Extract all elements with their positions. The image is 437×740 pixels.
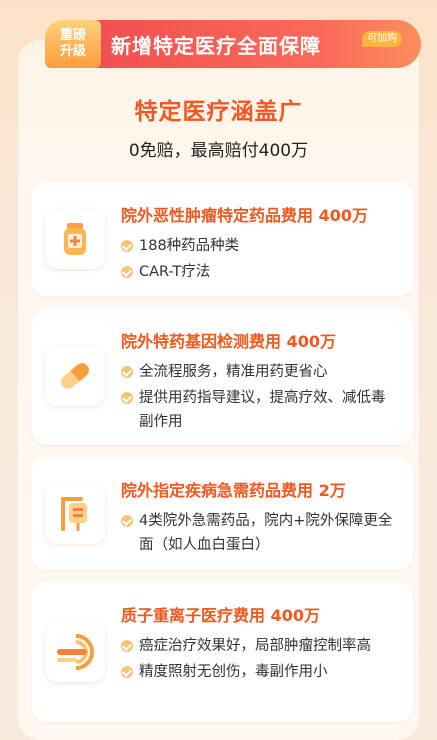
check-icon xyxy=(121,666,133,678)
proton-scanner-icon xyxy=(45,622,105,682)
upgrade-badge: 重磅 升级 xyxy=(45,20,101,68)
coverage-card-urgent-drugs: 院外指定疾病急需药品费用 2万 4类院外急需药品，院内+院外保障更全面（如人血白… xyxy=(32,457,413,570)
card-title: 院外特药基因检测费用 400万 xyxy=(121,332,336,351)
card-title: 院外恶性肿瘤特定药品费用 400万 xyxy=(121,206,368,225)
card-bullets: 4类院外急需药品，院内+院外保障更全面（如人血白蛋白） xyxy=(121,509,399,559)
list-item: 癌症治疗效果好，局部肿瘤控制率高 xyxy=(121,634,399,658)
medicine-bottle-icon xyxy=(45,209,105,269)
badge-line1: 重磅 xyxy=(59,28,86,43)
check-icon xyxy=(121,240,133,252)
coverage-card-gene-test: 院外特药基因检测费用 400万 全流程服务，精准用药更省心 提供用药指导建议，提… xyxy=(32,308,413,445)
list-item: CAR-T疗法 xyxy=(121,260,399,284)
pill-capsule-icon xyxy=(45,346,105,406)
header-title: 新增特定医疗全面保障 xyxy=(111,34,321,58)
card-title: 院外指定疾病急需药品费用 2万 xyxy=(121,481,346,500)
card-bullets: 188种药品种类 CAR-T疗法 xyxy=(121,234,399,286)
list-item: 全流程服务，精准用药更省心 xyxy=(121,360,399,384)
coverage-card-proton: 质子重离子医疗费用 400万 癌症治疗效果好，局部肿瘤控制率高 精度照射无创伤，… xyxy=(32,582,413,722)
header-banner: 重磅 升级 新增特定医疗全面保障 可加购 xyxy=(45,20,421,68)
check-icon xyxy=(121,515,133,527)
check-icon xyxy=(121,640,133,652)
card-title: 质子重离子医疗费用 400万 xyxy=(121,606,320,625)
badge-line2: 升级 xyxy=(59,44,86,59)
addon-tag: 可加购 xyxy=(362,31,402,47)
list-item: 提供用药指导建议，提高疗效、减低毒副作用 xyxy=(121,386,399,434)
section-title: 特定医疗涵盖广 xyxy=(134,99,303,125)
list-item: 精度照射无创伤，毒副作用小 xyxy=(121,660,399,684)
section-subtitle: 0免赔，最高赔付400万 xyxy=(128,141,309,161)
iv-drip-icon xyxy=(45,484,105,544)
check-icon xyxy=(121,366,133,378)
card-bullets: 全流程服务，精准用药更省心 提供用药指导建议，提高疗效、减低毒副作用 xyxy=(121,360,399,436)
list-item: 4类院外急需药品，院内+院外保障更全面（如人血白蛋白） xyxy=(121,509,399,557)
list-item: 188种药品种类 xyxy=(121,234,399,258)
card-bullets: 癌症治疗效果好，局部肿瘤控制率高 精度照射无创伤，毒副作用小 xyxy=(121,634,399,686)
check-icon xyxy=(121,392,133,404)
coverage-card-drugs: 院外恶性肿瘤特定药品费用 400万 188种药品种类 CAR-T疗法 xyxy=(32,182,413,296)
check-icon xyxy=(121,266,133,278)
